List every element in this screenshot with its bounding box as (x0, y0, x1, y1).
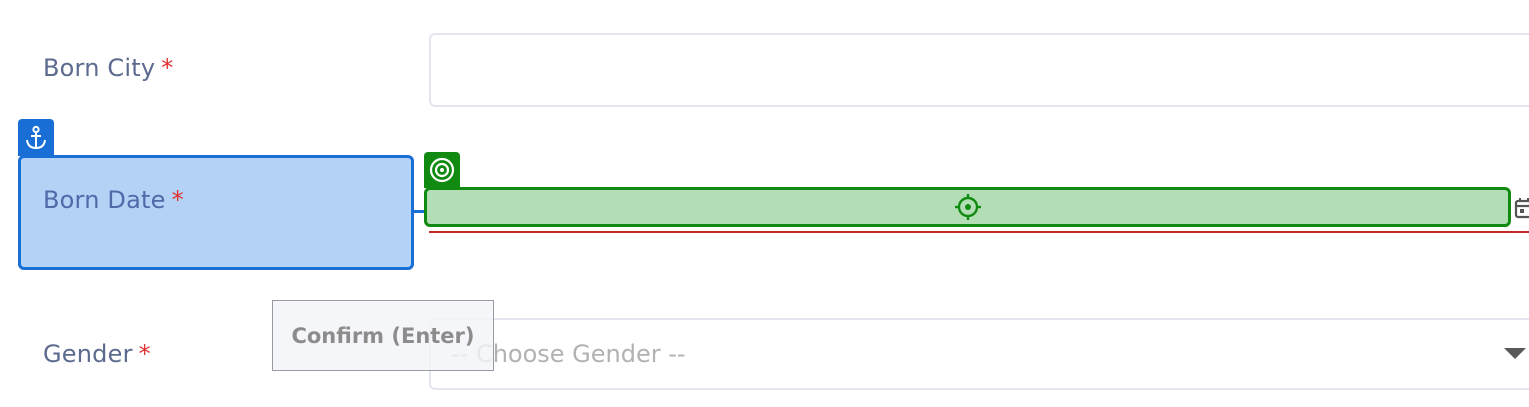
gender-label: Gender * (43, 340, 151, 368)
target-icon (424, 152, 460, 188)
required-marker: * (171, 186, 184, 214)
required-marker: * (161, 54, 174, 82)
form-page: Born City * Born Date * Gender * -- Choo… (0, 0, 1529, 407)
calendar-icon[interactable] (1514, 196, 1529, 220)
born-city-label-text: Born City (43, 54, 156, 82)
error-underline (429, 231, 1529, 233)
gender-select[interactable]: -- Choose Gender -- (429, 318, 1529, 390)
born-date-label-text: Born Date (43, 186, 166, 214)
required-marker: * (138, 340, 151, 368)
born-city-label: Born City * (43, 54, 173, 82)
chevron-down-icon (1504, 348, 1526, 359)
gender-label-text: Gender (43, 340, 133, 368)
born-date-label: Born Date * (43, 186, 184, 214)
born-date-input[interactable] (424, 187, 1511, 227)
born-city-input[interactable] (429, 33, 1529, 107)
crosshair-icon (954, 194, 981, 220)
born-date-label-highlight: Born Date * (18, 155, 414, 270)
anchor-icon (18, 119, 54, 156)
confirm-button[interactable]: Confirm (Enter) (272, 300, 494, 371)
